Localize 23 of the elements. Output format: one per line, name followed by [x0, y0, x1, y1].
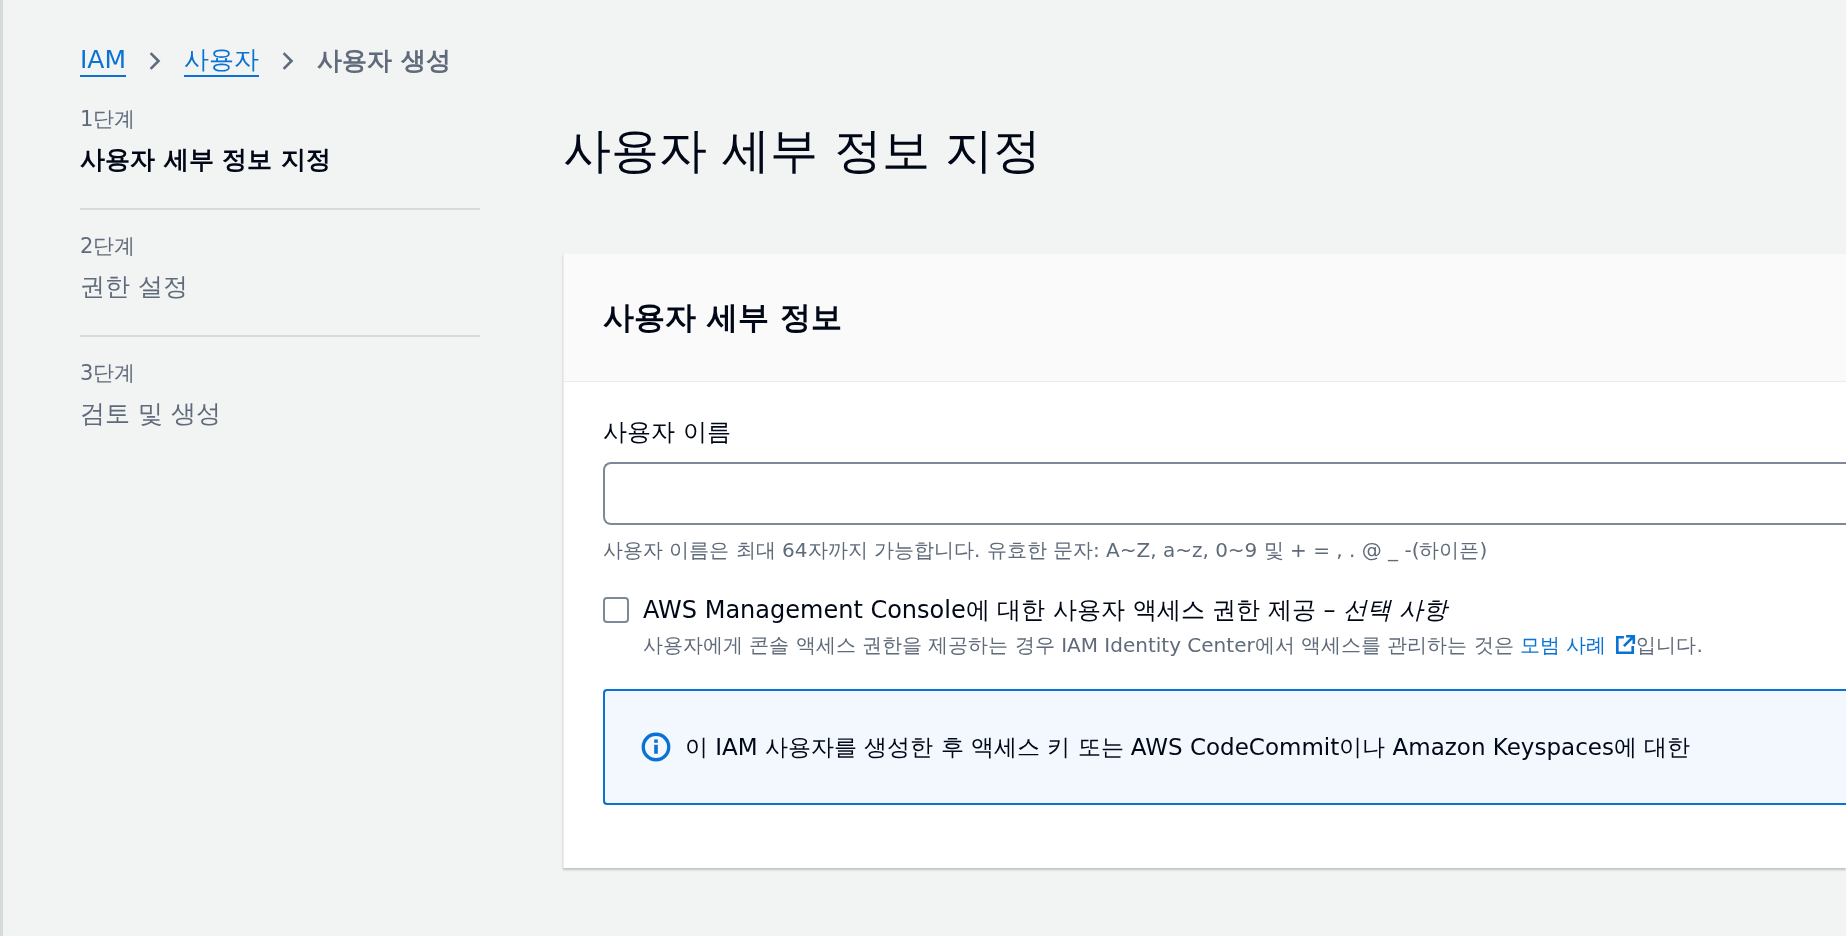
card-title: 사용자 세부 정보	[603, 297, 842, 337]
external-link-icon[interactable]	[1614, 634, 1637, 656]
chevron-right-icon	[148, 49, 163, 72]
step-number: 1단계	[80, 106, 137, 133]
field-helper-text: 사용자 이름은 최대 64자까지 가능합니다. 유효한 문자: A~Z, a~z, 0~9 및 + = , . @ _ -(하이픈)	[603, 537, 1489, 564]
step-number: 2단계	[80, 233, 137, 260]
console-access-checkbox[interactable]	[603, 597, 629, 623]
checkbox-description: 사용자에게 콘솔 액세스 권한을 제공하는 경우 IAM Identity Center에서 액세스를 관리하는 것은 모범 사례 입니다.	[643, 632, 1703, 659]
page-title: 사용자 세부 정보 지정	[563, 126, 1042, 174]
username-input-field[interactable]	[603, 462, 1846, 525]
info-text: 이 IAM 사용자를 생성한 후 액세스 키 또는 AWS CodeCommit이나 Amazon Keyspaces에 대한	[685, 732, 1691, 762]
step-link[interactable]: 권한 설정	[80, 270, 480, 303]
breadcrumb-link[interactable]: 사용자	[184, 44, 260, 77]
checkbox-label: AWS Management Console에 대한 사용자 액세스 권한 제공 – 선택 사항	[643, 596, 1447, 624]
info-icon	[641, 732, 671, 762]
chevron-right-icon	[281, 49, 296, 72]
breadcrumb-current: 사용자 생성	[317, 45, 451, 77]
step-link[interactable]: 검토 및 생성	[80, 397, 480, 430]
best-practice-link[interactable]: 모범 사례	[1520, 633, 1607, 657]
field-label: 사용자 이름	[603, 417, 732, 448]
step-link[interactable]: 사용자 세부 정보 지정	[80, 143, 480, 176]
breadcrumb-link[interactable]: IAM	[80, 44, 127, 77]
step-number: 3단계	[80, 360, 137, 387]
